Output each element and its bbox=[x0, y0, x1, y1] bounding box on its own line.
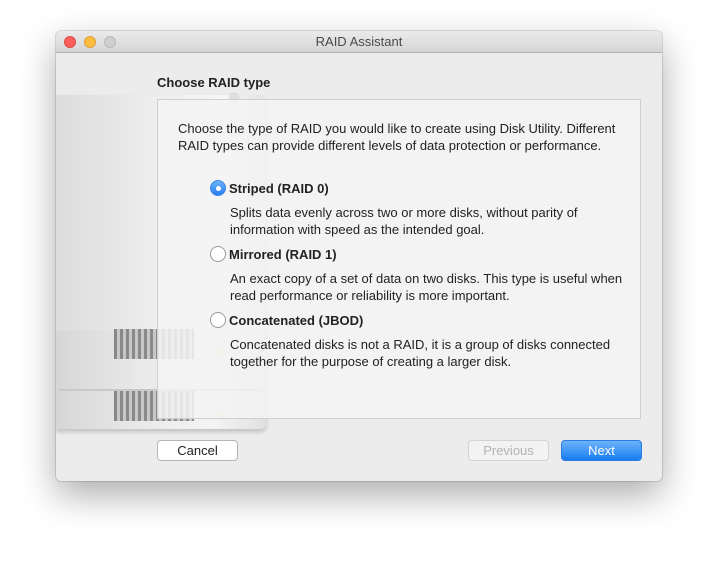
raid-assistant-window: RAID Assistant Choose RAID type Choose t… bbox=[56, 31, 662, 481]
page-title: Choose RAID type bbox=[157, 75, 271, 90]
window-title: RAID Assistant bbox=[315, 34, 403, 49]
concatenated-radio-row[interactable]: Concatenated (JBOD) bbox=[210, 312, 630, 328]
concatenated-radio-button[interactable] bbox=[210, 312, 226, 328]
concatenated-label[interactable]: Concatenated (JBOD) bbox=[229, 313, 363, 328]
option-mirrored: Mirrored (RAID 1) An exact copy of a set… bbox=[210, 246, 630, 304]
title-bar[interactable]: RAID Assistant bbox=[56, 31, 662, 53]
previous-button: Previous bbox=[468, 440, 549, 461]
raid-type-panel: Choose the type of RAID you would like t… bbox=[157, 99, 641, 419]
concatenated-description: Concatenated disks is not a RAID, it is … bbox=[230, 337, 611, 369]
mirrored-radio-button[interactable] bbox=[210, 246, 226, 262]
intro-text: Choose the type of RAID you would like t… bbox=[178, 121, 616, 153]
striped-radio-row[interactable]: Striped (RAID 0) bbox=[210, 180, 630, 196]
striped-radio-button[interactable] bbox=[210, 180, 226, 196]
option-concatenated: Concatenated (JBOD) Concatenated disks i… bbox=[210, 312, 630, 370]
mirrored-label[interactable]: Mirrored (RAID 1) bbox=[229, 247, 337, 262]
striped-description: Splits data evenly across two or more di… bbox=[230, 205, 578, 237]
next-button[interactable]: Next bbox=[561, 440, 642, 461]
option-striped: Striped (RAID 0) Splits data evenly acro… bbox=[210, 180, 630, 238]
striped-label[interactable]: Striped (RAID 0) bbox=[229, 181, 329, 196]
mirrored-radio-row[interactable]: Mirrored (RAID 1) bbox=[210, 246, 630, 262]
mirrored-description: An exact copy of a set of data on two di… bbox=[230, 271, 623, 303]
cancel-button[interactable]: Cancel bbox=[157, 440, 238, 461]
